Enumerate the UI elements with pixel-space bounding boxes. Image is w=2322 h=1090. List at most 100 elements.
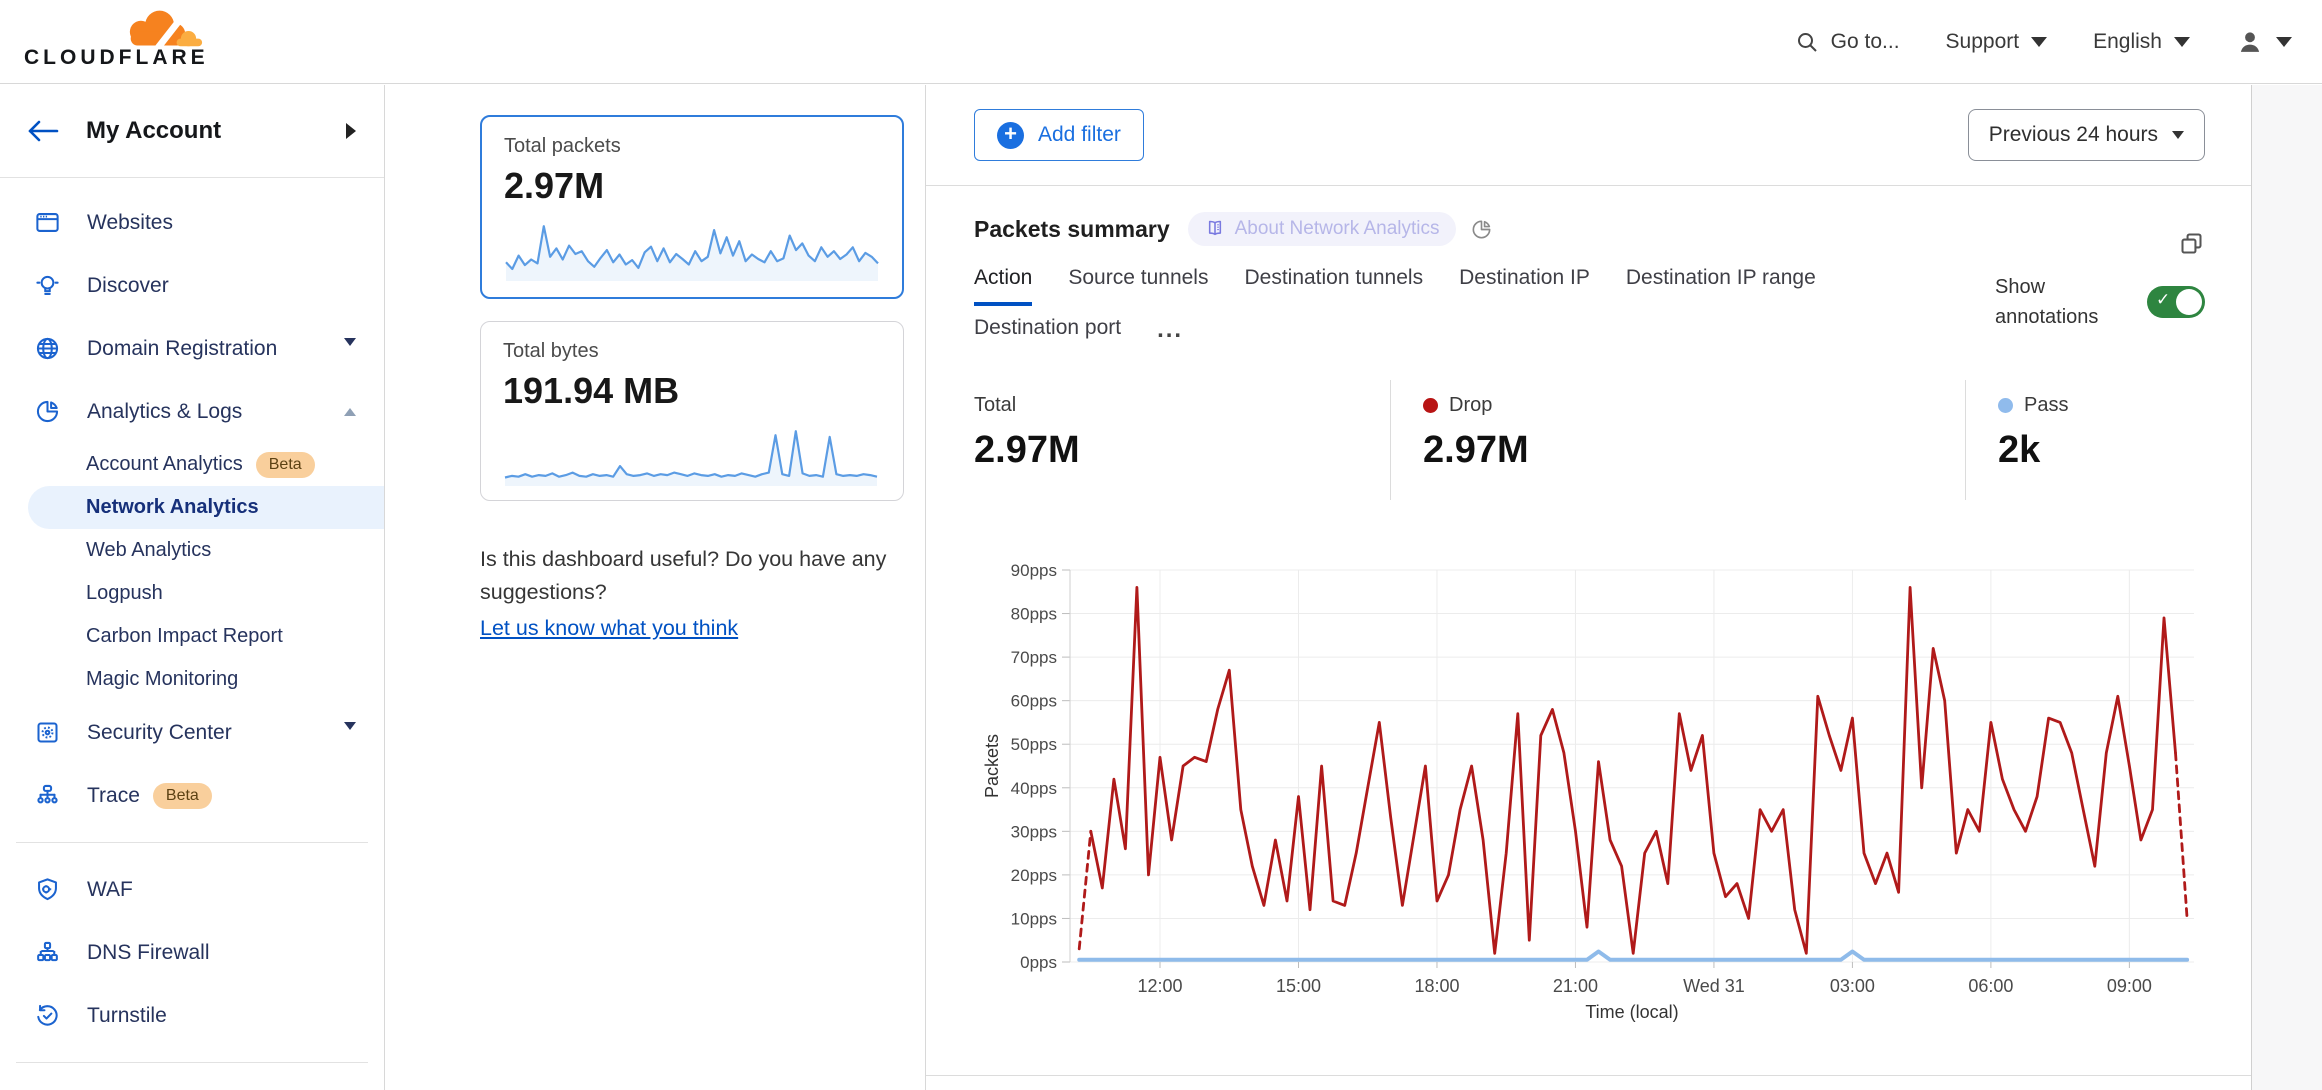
sidebar-item-websites[interactable]: Websites [0,191,384,254]
sidebar-item-label: Turnstile [87,1004,167,1028]
sidebar-item-security-center[interactable]: Security Center [0,701,384,764]
sidebar-item-domain-registration[interactable]: Domain Registration [0,317,384,380]
panel-header: Packets summary About Network Analytics [974,212,2203,246]
lightbulb-icon [34,272,61,299]
cloudflare-dashboard: CLOUDFLARE Go to... Support English [0,0,2322,1090]
add-filter-button[interactable]: + Add filter [974,109,1144,161]
feedback-link[interactable]: Let us know what you think [480,612,738,645]
stat-label: Total [974,394,1016,417]
show-annotations-control: Show annotations ✓ [1995,272,2205,332]
tab-action[interactable]: Action [974,266,1032,306]
rotate-check-icon [34,1002,61,1029]
svg-text:0pps: 0pps [1020,953,1057,972]
more-tabs-button[interactable]: ... [1157,316,1183,356]
pass-legend-dot [1998,398,2013,413]
svg-text:Packets: Packets [982,734,1002,798]
chevron-down-icon [2174,37,2190,47]
stat-value: 2k [1998,429,2203,472]
svg-text:40pps: 40pps [1011,779,1057,798]
sidebar-item-label: Trace [87,784,140,808]
sidebar-item-label: Security Center [87,721,232,745]
svg-text:30pps: 30pps [1011,822,1057,841]
sidebar-item-magic-monitoring[interactable]: Magic Monitoring [0,658,384,701]
annotations-toggle[interactable]: ✓ [2147,286,2205,318]
account-menu[interactable] [2236,28,2292,56]
sidebar-item-label: WAF [87,878,133,902]
svg-text:Time (local): Time (local) [1585,1002,1678,1022]
beta-badge: Beta [153,783,212,809]
sidebar-item-waf[interactable]: WAF [0,858,384,921]
packets-line-chart: 0pps10pps20pps30pps40pps50pps60pps70pps8… [974,556,2204,1026]
language-label: English [2093,30,2162,54]
beta-badge: Beta [256,452,315,478]
sidebar-item-discover[interactable]: Discover [0,254,384,317]
sidebar-item-network-analytics[interactable]: Network Analytics [28,486,384,529]
plus-icon: + [997,122,1024,149]
sidebar-item-label: Magic Monitoring [86,668,238,691]
back-arrow-icon[interactable] [26,118,60,144]
right-gutter [2251,85,2322,1090]
account-title[interactable]: My Account [86,117,221,145]
tab-destination-port[interactable]: Destination port [974,316,1121,356]
stat-label: Pass [2024,394,2068,417]
sidebar-item-label: Carbon Impact Report [86,625,283,648]
svg-text:70pps: 70pps [1011,648,1057,667]
svg-text:60pps: 60pps [1011,692,1057,711]
sidebar-item-dns-firewall[interactable]: DNS Firewall [0,921,384,984]
svg-text:Wed 31: Wed 31 [1683,976,1745,996]
goto-search[interactable]: Go to... [1795,30,1900,54]
stat-drop: Drop 2.97M [1390,380,1965,500]
sidebar-nav: Websites Discover Domain Registration [0,178,384,1090]
summary-column: Total packets 2.97M Total bytes 191.94 M… [386,85,925,1090]
bytes-sparkline-chart [503,423,879,487]
stat-pass: Pass 2k [1965,380,2203,500]
sidebar-item-label: Logpush [86,582,163,605]
sidebar-item-label: Discover [87,274,169,298]
chevron-right-icon[interactable] [346,123,356,139]
sidebar-item-analytics-logs[interactable]: Analytics & Logs [0,380,384,443]
header-actions: Go to... Support English [1795,0,2292,84]
tab-source-tunnels[interactable]: Source tunnels [1068,266,1208,306]
vault-icon [34,719,61,746]
total-packets-card[interactable]: Total packets 2.97M [480,115,904,299]
pie-chart-icon [34,398,61,425]
sidebar-item-label: Network Analytics [86,496,259,519]
feedback-question: Is this dashboard useful? Do you have an… [480,543,920,609]
sidebar-item-label: Websites [87,211,173,235]
panel-title: Packets summary [974,216,1170,243]
time-range-select[interactable]: Previous 24 hours [1968,109,2205,161]
sidebar: My Account Websites Discover [0,85,385,1090]
sidebar-item-web-analytics[interactable]: Web Analytics [0,529,384,572]
sidebar-item-turnstile[interactable]: Turnstile [0,984,384,1047]
tab-destination-ip[interactable]: Destination IP [1459,266,1590,306]
check-icon: ✓ [2156,290,2170,310]
tab-destination-ip-range[interactable]: Destination IP range [1626,266,1816,306]
svg-text:03:00: 03:00 [1830,976,1875,996]
chevron-down-icon [2172,131,2184,139]
sidebar-item-carbon-impact-report[interactable]: Carbon Impact Report [0,615,384,658]
sidebar-item-logpush[interactable]: Logpush [0,572,384,615]
cloudflare-wordmark: CLOUDFLARE [24,46,209,70]
chevron-down-icon [344,722,356,743]
svg-text:10pps: 10pps [1011,909,1057,928]
about-network-analytics-link[interactable]: About Network Analytics [1188,212,1456,246]
sidebar-item-partial-bottom[interactable] [0,1078,384,1090]
language-menu[interactable]: English [2093,30,2190,54]
svg-text:09:00: 09:00 [2107,976,2152,996]
support-menu[interactable]: Support [1946,30,2048,54]
open-in-new-icon[interactable] [2178,230,2205,257]
sidebar-item-account-analytics[interactable]: Account Analytics Beta [0,443,384,486]
total-bytes-card[interactable]: Total bytes 191.94 MB [480,321,904,501]
feedback-block: Is this dashboard useful? Do you have an… [480,543,920,645]
tab-destination-tunnels[interactable]: Destination tunnels [1244,266,1423,306]
sidebar-divider [16,1062,368,1063]
svg-text:80pps: 80pps [1011,605,1057,624]
packets-sparkline-chart [504,218,880,282]
cloudflare-logo[interactable]: CLOUDFLARE [24,6,214,78]
packets-time-series: 0pps10pps20pps30pps40pps50pps60pps70pps8… [974,556,2203,1031]
sidebar-item-label: Account Analytics [86,453,243,476]
globe-icon [34,335,61,362]
svg-text:20pps: 20pps [1011,866,1057,885]
sidebar-item-trace[interactable]: Trace Beta [0,764,384,827]
svg-text:18:00: 18:00 [1414,976,1459,996]
